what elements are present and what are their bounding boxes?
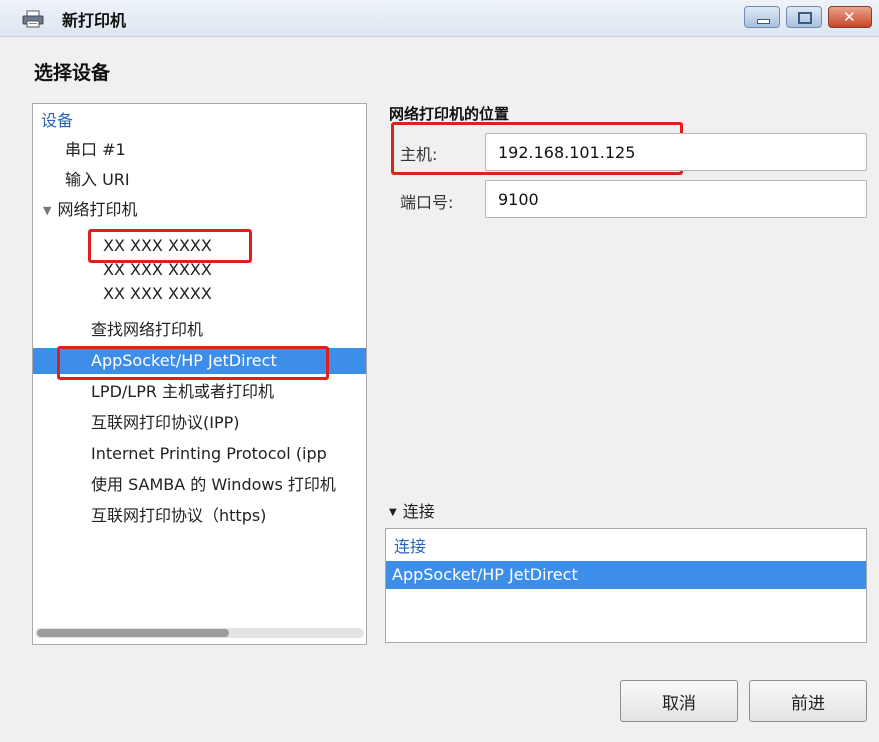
close-icon — [829, 7, 871, 27]
tree-item-samba[interactable]: 使用 SAMBA 的 Windows 打印机 — [91, 472, 336, 498]
connection-list-item[interactable]: AppSocket/HP JetDirect — [386, 561, 866, 589]
port-label: 端口号: — [400, 193, 454, 212]
section-title-location: 网络打印机的位置 — [389, 105, 510, 123]
tree-item-ipp[interactable]: 互联网打印协议(IPP) — [91, 410, 240, 436]
tree-item-label: Internet Printing Protocol (ipp — [91, 444, 327, 463]
annotation-box-printer — [88, 229, 252, 263]
connection-list-header: 连接 — [394, 537, 427, 556]
connection-list[interactable]: 连接 AppSocket/HP JetDirect — [385, 528, 867, 643]
minimize-icon — [745, 7, 779, 27]
tree-item-label: 互联网打印协议（https) — [91, 506, 267, 525]
tree-item-label: 串口 #1 — [65, 140, 126, 159]
tree-item-find-network-printer[interactable]: 查找网络打印机 — [91, 317, 203, 343]
tree-item-label: 互联网打印协议(IPP) — [91, 413, 240, 432]
printer-icon — [22, 10, 44, 28]
connection-expander[interactable]: ▼ 连接 — [389, 498, 435, 522]
cancel-button[interactable]: 取消 — [620, 680, 738, 722]
close-button[interactable] — [828, 6, 872, 28]
maximize-button[interactable] — [786, 6, 822, 28]
expand-triangle-icon: ▼ — [389, 507, 397, 518]
tree-item-discovered-printer-3[interactable]: XX XXX XXXX — [103, 281, 212, 307]
title-bar: 新打印机 — [0, 0, 879, 37]
tree-item-label: LPD/LPR 主机或者打印机 — [91, 382, 275, 401]
tree-item-network-printer[interactable]: ▼ 网络打印机 — [43, 197, 137, 223]
page-heading: 选择设备 — [34, 62, 111, 84]
tree-item-lpd-lpr[interactable]: LPD/LPR 主机或者打印机 — [91, 379, 274, 405]
tree-item-ipp-https[interactable]: 互联网打印协议（https) — [91, 503, 266, 529]
tree-item-internet-printing-protocol[interactable]: Internet Printing Protocol (ipp — [91, 441, 327, 467]
host-label: 主机: — [400, 145, 438, 164]
tree-item-label: 网络打印机 — [57, 200, 138, 219]
host-input[interactable] — [485, 133, 867, 171]
expand-triangle-icon[interactable]: ▼ — [43, 198, 51, 224]
tree-item-label: 输入 URI — [65, 170, 130, 189]
minimize-button[interactable] — [744, 6, 780, 28]
tree-item-label: XX XXX XXXX — [103, 284, 212, 303]
annotation-box-appsocket — [57, 346, 329, 380]
tree-item-label: 使用 SAMBA 的 Windows 打印机 — [91, 475, 336, 494]
tree-item-enter-uri[interactable]: 输入 URI — [65, 167, 130, 193]
forward-button[interactable]: 前进 — [749, 680, 867, 722]
scrollbar-thumb[interactable] — [37, 629, 229, 637]
tree-header: 设备 — [41, 111, 74, 130]
tree-item-serial-port[interactable]: 串口 #1 — [65, 137, 126, 163]
window-title: 新打印机 — [62, 11, 127, 30]
horizontal-scrollbar[interactable] — [35, 628, 364, 638]
tree-item-label: 查找网络打印机 — [91, 320, 204, 339]
connection-toggle-label: 连接 — [402, 502, 435, 521]
maximize-icon — [787, 7, 821, 27]
port-input[interactable] — [485, 180, 867, 218]
